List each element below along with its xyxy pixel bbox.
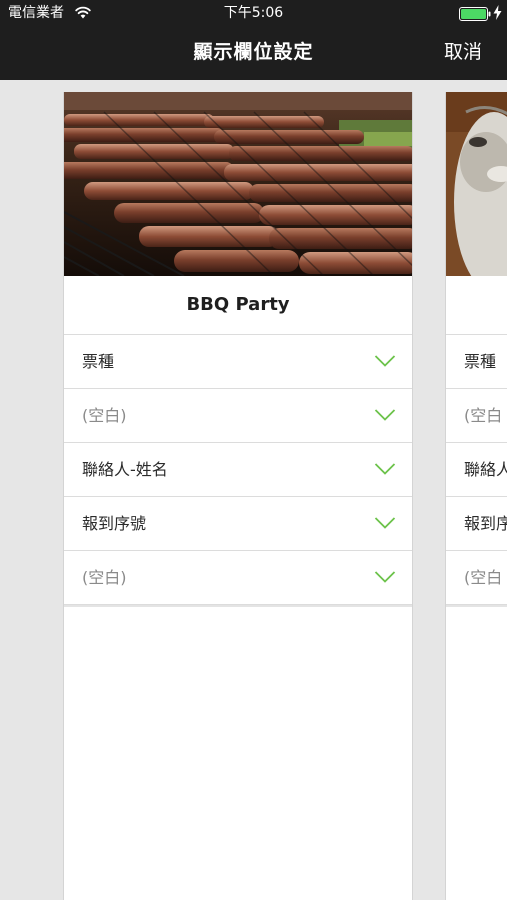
- battery-icon: [459, 7, 491, 21]
- card-carousel[interactable]: BBQ Party 票種 (空白) 聯絡人-姓名 報到序號 (空白) 票種 (空…: [0, 80, 507, 900]
- chevron-down-icon: [374, 571, 396, 583]
- field-label: 報到序號: [82, 514, 147, 533]
- chevron-down-icon: [374, 409, 396, 421]
- field-list: 票種 (空白) 聯絡人-姓名 報到序號 (空白): [64, 335, 412, 605]
- field-row[interactable]: 報到序: [446, 497, 507, 551]
- field-row[interactable]: (空白): [64, 551, 412, 605]
- cat-photo: [446, 92, 507, 276]
- field-label: 聯絡人-姓名: [82, 460, 168, 479]
- field-row[interactable]: 聯絡人: [446, 443, 507, 497]
- chevron-down-icon: [374, 355, 396, 367]
- field-label: 報到序: [464, 514, 507, 533]
- field-label: (空白: [464, 568, 503, 587]
- cancel-button[interactable]: 取消: [444, 26, 482, 80]
- event-card-next[interactable]: 票種 (空白 聯絡人 報到序 (空白: [445, 92, 507, 900]
- field-label: 聯絡人: [464, 460, 507, 479]
- divider: [446, 605, 507, 607]
- event-card: BBQ Party 票種 (空白) 聯絡人-姓名 報到序號 (空白): [63, 92, 413, 900]
- page-title: 顯示欄位設定: [193, 41, 314, 63]
- event-title: [446, 276, 507, 335]
- status-time: 下午5:06: [223, 5, 284, 21]
- field-row[interactable]: 票種: [446, 335, 507, 389]
- chevron-down-icon: [374, 517, 396, 529]
- field-list: 票種 (空白 聯絡人 報到序 (空白: [446, 335, 507, 605]
- field-row[interactable]: 聯絡人-姓名: [64, 443, 412, 497]
- divider: [64, 605, 412, 607]
- field-label: (空白): [82, 568, 127, 587]
- charging-icon: [493, 5, 502, 20]
- event-cover-image: [64, 92, 412, 276]
- event-cover-image: [446, 92, 507, 276]
- status-bar: 電信業者 下午5:06: [0, 0, 507, 26]
- navigation-bar: 顯示欄位設定 取消: [0, 26, 507, 80]
- field-row[interactable]: 票種: [64, 335, 412, 389]
- sausage-grill-photo: [64, 92, 412, 276]
- field-row[interactable]: (空白: [446, 551, 507, 605]
- field-row[interactable]: (空白): [64, 389, 412, 443]
- field-label: 票種: [464, 352, 497, 371]
- event-title: BBQ Party: [64, 276, 412, 335]
- field-label: 票種: [82, 352, 115, 371]
- top-bar: 電信業者 下午5:06 顯示欄位設定 取消: [0, 0, 507, 80]
- chevron-down-icon: [374, 463, 396, 475]
- field-row[interactable]: (空白: [446, 389, 507, 443]
- field-row[interactable]: 報到序號: [64, 497, 412, 551]
- field-label: (空白: [464, 406, 503, 425]
- field-label: (空白): [82, 406, 127, 425]
